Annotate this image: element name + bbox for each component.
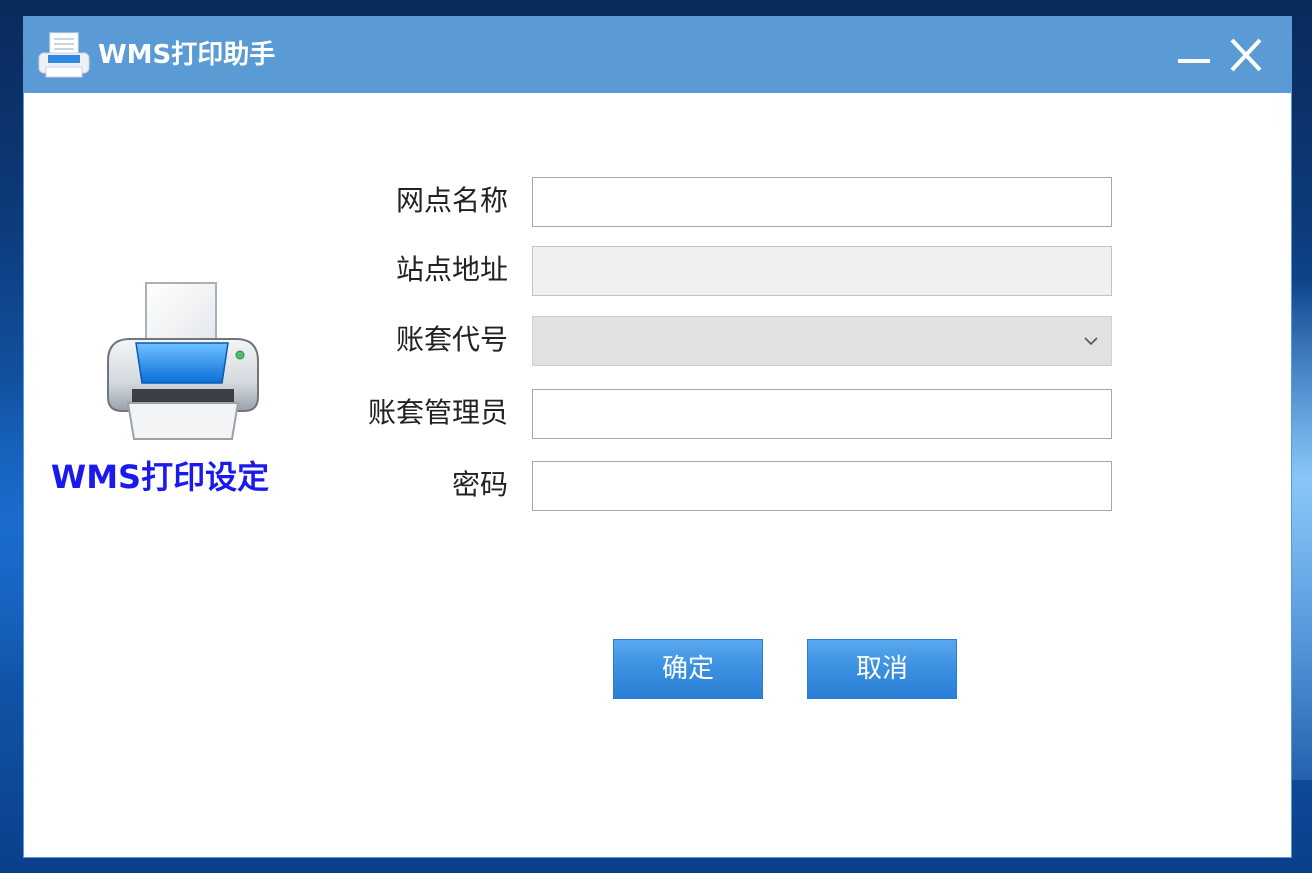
printer-illustration (98, 279, 268, 444)
window-title: WMS打印助手 (98, 40, 276, 70)
app-window: WMS打印助手 WMS打印设定 网点名称 站点地址 账套代号 账套管理员 密码 … (24, 17, 1291, 857)
close-button[interactable] (1226, 37, 1266, 73)
account-admin-input[interactable] (532, 389, 1112, 439)
outlet-name-input[interactable] (532, 177, 1112, 227)
cancel-button[interactable]: 取消 (807, 639, 957, 699)
title-bar[interactable]: WMS打印助手 (24, 17, 1291, 93)
site-address-input[interactable] (532, 246, 1112, 296)
label-site-address: 站点地址 (395, 253, 508, 286)
chevron-down-icon (1084, 337, 1098, 346)
label-account-set-code: 账套代号 (395, 323, 508, 356)
printer-icon (36, 31, 92, 79)
brand-caption: WMS打印设定 (50, 458, 270, 496)
minimize-icon (1178, 59, 1210, 63)
account-set-code-dropdown[interactable] (532, 316, 1112, 366)
password-input[interactable] (532, 461, 1112, 511)
close-icon (1230, 38, 1262, 72)
label-password: 密码 (451, 468, 508, 501)
minimize-button[interactable] (1174, 37, 1214, 73)
label-account-admin: 账套管理员 (367, 396, 508, 429)
confirm-button[interactable]: 确定 (613, 639, 763, 699)
label-outlet-name: 网点名称 (395, 184, 508, 217)
